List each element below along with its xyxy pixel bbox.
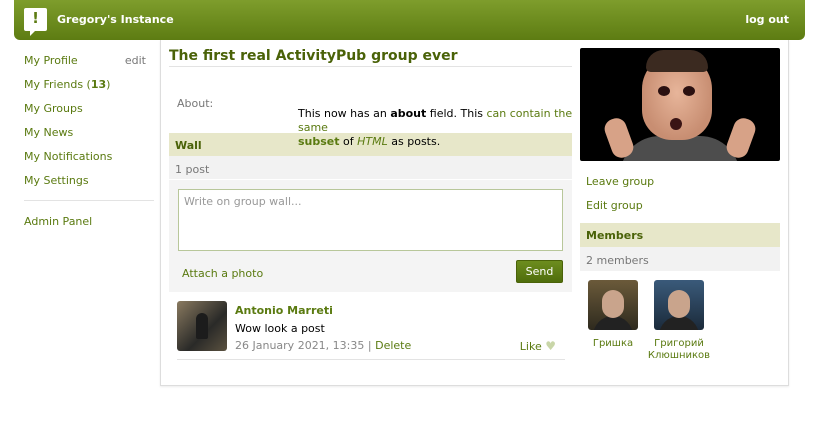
sidebar-item-groups[interactable]: My Groups [24, 102, 152, 126]
logo-icon[interactable]: ! [24, 8, 47, 36]
like-label: Like [519, 340, 542, 353]
like-button[interactable]: Like ♥ [520, 339, 556, 353]
sidebar-item-label: My Settings [24, 174, 89, 187]
member-item[interactable]: Григорий Клюшников [646, 280, 712, 362]
member-name[interactable]: Гришка [580, 338, 646, 350]
member-name[interactable]: Григорий [646, 338, 712, 350]
logout-link[interactable]: log out [745, 13, 789, 26]
about-text-italic: HTML [357, 135, 388, 148]
wall-post-count: 1 post [169, 156, 572, 180]
cover-hand [723, 115, 759, 161]
sidebar-item-admin[interactable]: Admin Panel [24, 215, 92, 239]
sidebar: My Profile edit My Friends (13) My Group… [24, 54, 154, 228]
post-date[interactable]: 26 January 2021, 13:35 [235, 339, 364, 352]
delete-post-link[interactable]: Delete [375, 339, 411, 352]
sidebar-item-profile[interactable]: My Profile edit [24, 54, 152, 78]
cover-eye [658, 86, 670, 96]
members-count[interactable]: 2 members [580, 247, 780, 271]
leave-group-link[interactable]: Leave group [586, 175, 780, 188]
attach-photo-link[interactable]: Attach a photo [182, 267, 263, 280]
meta-separator: | [367, 339, 372, 352]
about-section: About: This now has an about field. This… [169, 67, 572, 148]
avatar[interactable] [177, 301, 227, 351]
about-text-part: This now has an [298, 107, 391, 120]
members-heading: Members [580, 223, 780, 247]
sidebar-item-settings[interactable]: My Settings [24, 174, 152, 198]
member-item[interactable]: Гришка [580, 280, 646, 350]
cover-hair [646, 50, 708, 72]
post-text: Wow look a post [235, 322, 325, 335]
logo-glyph: ! [32, 9, 39, 27]
sidebar-item-label: My Groups [24, 102, 83, 115]
right-column: Leave group Edit group Members 2 members… [580, 48, 780, 361]
about-text-part: field. This [426, 107, 487, 120]
avatar[interactable] [654, 280, 704, 330]
about-text-part: as posts. [387, 135, 441, 148]
cover-mouth [670, 118, 682, 130]
wall-post: Antonio Marreti Wow look a post 26 Janua… [177, 292, 565, 360]
sidebar-item-news[interactable]: My News [24, 126, 152, 150]
group-avatar[interactable] [580, 48, 780, 161]
main-column: The first real ActivityPub group ever Ab… [169, 48, 572, 360]
send-button[interactable]: Send [516, 260, 563, 283]
about-text: This now has an about field. This can co… [298, 107, 574, 149]
site-title[interactable]: Gregory's Instance [57, 13, 174, 26]
heart-icon: ♥ [545, 339, 556, 353]
post-meta: 26 January 2021, 13:35 | Delete [235, 339, 411, 352]
post-author[interactable]: Antonio Marreti [235, 304, 333, 317]
friends-count: 13 [90, 78, 107, 91]
avatar[interactable] [588, 280, 638, 330]
edit-profile-link[interactable]: edit [125, 54, 146, 67]
member-name-line2[interactable]: Клюшников [646, 350, 712, 362]
top-bar: ! Gregory's Instance log out [14, 0, 805, 40]
sidebar-item-label: My News [24, 126, 74, 139]
cover-eye [683, 86, 695, 96]
edit-group-link[interactable]: Edit group [586, 199, 780, 212]
sidebar-item-notifications[interactable]: My Notifications [24, 150, 152, 174]
wall-post-input[interactable] [178, 189, 563, 251]
about-text-bold: about [390, 107, 427, 120]
sidebar-item-label: My Notifications [24, 150, 113, 163]
sidebar-item-label: My Friends [24, 78, 84, 91]
about-text-part: of [339, 135, 358, 148]
page-title: The first real ActivityPub group ever [169, 48, 572, 67]
about-label: About: [177, 97, 214, 110]
sidebar-item-friends[interactable]: My Friends (13) [24, 78, 152, 102]
sidebar-divider [24, 200, 154, 201]
wall-composer: Attach a photo Send [169, 180, 572, 292]
about-text-bold: subset [298, 135, 340, 148]
sidebar-item-label: My Profile [24, 54, 78, 67]
